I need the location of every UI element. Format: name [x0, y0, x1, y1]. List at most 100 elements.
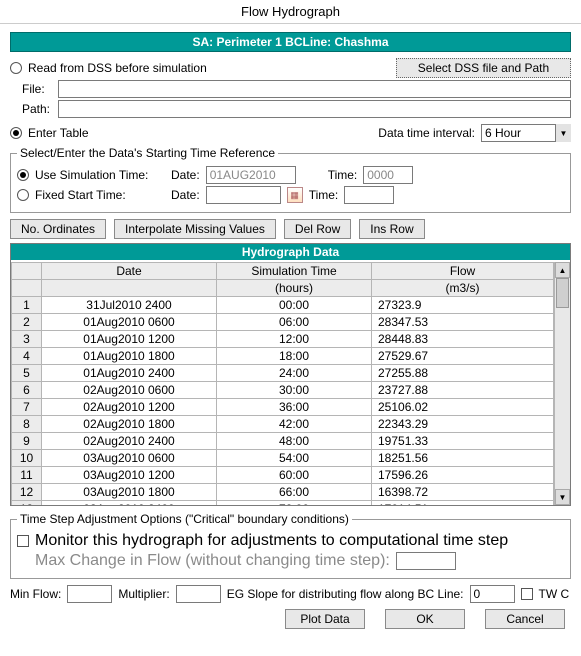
date-label-2: Date:: [171, 188, 200, 202]
maxchange-input[interactable]: [396, 552, 456, 570]
cell-sim[interactable]: 30:00: [217, 382, 372, 399]
cell-sim[interactable]: 36:00: [217, 399, 372, 416]
cell-flow[interactable]: 17596.26: [372, 467, 554, 484]
cell-date[interactable]: 03Aug2010 2400: [42, 501, 217, 506]
table-row[interactable]: 1303Aug2010 240072:0017014.51: [12, 501, 554, 506]
cell-date[interactable]: 03Aug2010 1200: [42, 467, 217, 484]
table-row[interactable]: 201Aug2010 060006:0028347.53: [12, 314, 554, 331]
cell-sim[interactable]: 72:00: [217, 501, 372, 506]
path-input[interactable]: [58, 100, 571, 118]
ok-button[interactable]: OK: [385, 609, 465, 629]
cell-sim[interactable]: 60:00: [217, 467, 372, 484]
sa-header: SA: Perimeter 1 BCLine: Chashma: [10, 32, 571, 52]
minflow-input[interactable]: [67, 585, 112, 603]
fixed-time-input[interactable]: [344, 186, 394, 204]
cell-sim[interactable]: 00:00: [217, 297, 372, 314]
cell-date[interactable]: 03Aug2010 1800: [42, 484, 217, 501]
sim-time-input[interactable]: [363, 166, 413, 184]
cell-sim[interactable]: 06:00: [217, 314, 372, 331]
tw-checkbox[interactable]: [521, 588, 533, 600]
cancel-button[interactable]: Cancel: [485, 609, 565, 629]
del-row-button[interactable]: Del Row: [284, 219, 351, 239]
calendar-icon[interactable]: ▦: [287, 187, 303, 203]
table-row[interactable]: 501Aug2010 240024:0027255.88: [12, 365, 554, 382]
time-reference-group: Select/Enter the Data's Starting Time Re…: [10, 146, 571, 213]
no-ordinates-button[interactable]: No. Ordinates: [10, 219, 106, 239]
cell-date[interactable]: 02Aug2010 0600: [42, 382, 217, 399]
table-row[interactable]: 802Aug2010 180042:0022343.29: [12, 416, 554, 433]
table-row[interactable]: 602Aug2010 060030:0023727.88: [12, 382, 554, 399]
table-row[interactable]: 902Aug2010 240048:0019751.33: [12, 433, 554, 450]
ins-row-button[interactable]: Ins Row: [359, 219, 424, 239]
row-number: 9: [12, 433, 42, 450]
use-sim-time-radio[interactable]: [17, 169, 29, 181]
row-number: 5: [12, 365, 42, 382]
cell-flow[interactable]: 27529.67: [372, 348, 554, 365]
select-dss-button[interactable]: Select DSS file and Path: [396, 58, 571, 78]
plot-data-button[interactable]: Plot Data: [285, 609, 365, 629]
monitor-label: Monitor this hydrograph for adjustments …: [35, 532, 508, 550]
date-label-1: Date:: [171, 168, 200, 182]
enter-table-radio[interactable]: [10, 127, 22, 139]
col-rownum: [12, 263, 42, 280]
table-row[interactable]: 401Aug2010 180018:0027529.67: [12, 348, 554, 365]
row-number: 11: [12, 467, 42, 484]
cell-flow[interactable]: 25106.02: [372, 399, 554, 416]
col-date: Date: [42, 263, 217, 280]
row-number: 1: [12, 297, 42, 314]
fixed-start-label: Fixed Start Time:: [35, 188, 165, 202]
cell-flow[interactable]: 27255.88: [372, 365, 554, 382]
cell-flow[interactable]: 17014.51: [372, 501, 554, 506]
cell-flow[interactable]: 27323.9: [372, 297, 554, 314]
table-row[interactable]: 1003Aug2010 060054:0018251.56: [12, 450, 554, 467]
cell-flow[interactable]: 28448.83: [372, 331, 554, 348]
multiplier-input[interactable]: [176, 585, 221, 603]
enter-table-label: Enter Table: [28, 126, 89, 140]
fixed-start-radio[interactable]: [17, 189, 29, 201]
chevron-down-icon[interactable]: ▼: [555, 124, 571, 142]
scroll-down-icon[interactable]: ▼: [555, 489, 570, 505]
table-row[interactable]: 1203Aug2010 180066:0016398.72: [12, 484, 554, 501]
cell-flow[interactable]: 16398.72: [372, 484, 554, 501]
cell-date[interactable]: 01Aug2010 1200: [42, 331, 217, 348]
tw-label: TW C: [539, 587, 570, 601]
cell-flow[interactable]: 18251.56: [372, 450, 554, 467]
cell-sim[interactable]: 66:00: [217, 484, 372, 501]
cell-date[interactable]: 01Aug2010 0600: [42, 314, 217, 331]
interpolate-button[interactable]: Interpolate Missing Values: [114, 219, 276, 239]
table-row[interactable]: 1103Aug2010 120060:0017596.26: [12, 467, 554, 484]
cell-date[interactable]: 01Aug2010 1800: [42, 348, 217, 365]
table-row[interactable]: 301Aug2010 120012:0028448.83: [12, 331, 554, 348]
cell-date[interactable]: 01Aug2010 2400: [42, 365, 217, 382]
cell-sim[interactable]: 18:00: [217, 348, 372, 365]
fixed-date-input[interactable]: [206, 186, 281, 204]
file-input[interactable]: [58, 80, 571, 98]
read-dss-radio[interactable]: [10, 62, 22, 74]
cell-sim[interactable]: 24:00: [217, 365, 372, 382]
unit-sim: (hours): [217, 280, 372, 297]
cell-date[interactable]: 02Aug2010 1800: [42, 416, 217, 433]
cell-sim[interactable]: 42:00: [217, 416, 372, 433]
cell-flow[interactable]: 23727.88: [372, 382, 554, 399]
grid-scrollbar[interactable]: ▲ ▼: [554, 262, 570, 505]
table-row[interactable]: 702Aug2010 120036:0025106.02: [12, 399, 554, 416]
cell-flow[interactable]: 22343.29: [372, 416, 554, 433]
cell-date[interactable]: 31Jul2010 2400: [42, 297, 217, 314]
table-row[interactable]: 131Jul2010 240000:0027323.9: [12, 297, 554, 314]
sim-date-input[interactable]: [206, 166, 296, 184]
cell-sim[interactable]: 48:00: [217, 433, 372, 450]
cell-flow[interactable]: 28347.53: [372, 314, 554, 331]
scroll-up-icon[interactable]: ▲: [555, 262, 570, 278]
cell-flow[interactable]: 19751.33: [372, 433, 554, 450]
cell-date[interactable]: 02Aug2010 2400: [42, 433, 217, 450]
time-step-group: Time Step Adjustment Options ("Critical"…: [10, 512, 571, 579]
cell-sim[interactable]: 12:00: [217, 331, 372, 348]
cell-date[interactable]: 03Aug2010 0600: [42, 450, 217, 467]
interval-label: Data time interval:: [378, 126, 475, 140]
monitor-checkbox[interactable]: [17, 535, 29, 547]
cell-date[interactable]: 02Aug2010 1200: [42, 399, 217, 416]
scroll-thumb[interactable]: [556, 278, 569, 308]
eg-slope-input[interactable]: [470, 585, 515, 603]
unit-flow: (m3/s): [372, 280, 554, 297]
cell-sim[interactable]: 54:00: [217, 450, 372, 467]
